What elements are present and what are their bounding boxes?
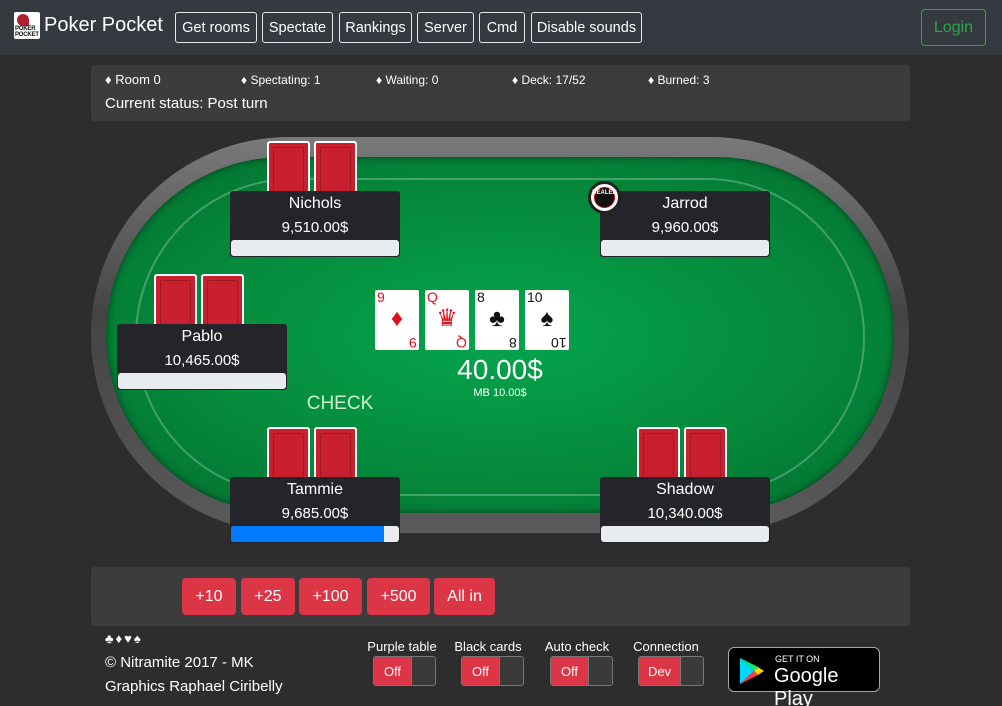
spade-suit-icon: ♠ bbox=[540, 305, 554, 332]
waiting-count: ♦ Waiting: 0 bbox=[376, 73, 439, 87]
all-in-button[interactable]: All in bbox=[434, 578, 495, 615]
bet-25-button[interactable]: +25 bbox=[241, 578, 295, 615]
connection-toggle[interactable]: Dev bbox=[638, 656, 704, 686]
player-seat-tammie: Tammie 9,685.00$ bbox=[230, 477, 400, 543]
purple-table-toggle[interactable]: Off bbox=[373, 656, 436, 686]
turn-timer-bar bbox=[118, 373, 286, 389]
card-rank: Q bbox=[456, 335, 467, 351]
toggle-state: Off bbox=[374, 657, 412, 685]
black-cards-label: Black cards bbox=[454, 639, 522, 654]
toggle-state: Off bbox=[551, 657, 589, 685]
player-seat-nichols: Nichols 9,510.00$ bbox=[230, 191, 400, 257]
room-label: ♦ Room 0 bbox=[105, 72, 161, 87]
turn-timer-bar bbox=[231, 240, 399, 256]
card-rank: 9 bbox=[377, 289, 385, 305]
google-play-small-text: GET IT ON bbox=[775, 654, 820, 664]
brand-name: Poker Pocket bbox=[44, 14, 163, 36]
rankings-button[interactable]: Rankings bbox=[339, 12, 412, 43]
auto-check-label: Auto check bbox=[544, 639, 610, 654]
card-rank: 10 bbox=[551, 335, 567, 351]
google-play-icon bbox=[740, 658, 764, 684]
card-rank: 8 bbox=[509, 335, 517, 351]
google-play-badge[interactable]: GET IT ON Google Play bbox=[728, 647, 880, 706]
burned-count: ♦ Burned: 3 bbox=[648, 73, 710, 87]
card-rank: 8 bbox=[477, 289, 485, 305]
player-stack: 9,510.00$ bbox=[281, 219, 349, 236]
card-back bbox=[637, 427, 680, 484]
poker-pocket-logo-icon: POKER POCKET bbox=[14, 12, 40, 39]
toggle-state: Dev bbox=[639, 657, 681, 685]
player-name: Tammie bbox=[286, 481, 343, 498]
cmd-button[interactable]: Cmd bbox=[479, 12, 525, 43]
deck-count: ♦ Deck: 17/52 bbox=[512, 73, 586, 87]
card-back bbox=[314, 427, 357, 484]
community-card: 8 ♣ 8 bbox=[475, 289, 519, 351]
diamond-suit-icon: ♦ bbox=[390, 305, 404, 332]
player-stack: 9,960.00$ bbox=[651, 219, 719, 236]
card-rank: 9 bbox=[409, 335, 417, 351]
player-seat-pablo: Pablo 10,465.00$ bbox=[117, 324, 287, 390]
auto-check-toggle[interactable]: Off bbox=[550, 656, 613, 686]
turn-timer-bar bbox=[601, 240, 769, 256]
get-rooms-button[interactable]: Get rooms bbox=[175, 12, 257, 43]
navbar: POKER POCKET Poker Pocket Get rooms Spec… bbox=[0, 0, 1002, 55]
connection-label: Connection bbox=[633, 639, 699, 654]
room-info-panel: ♦ Room 0 ♦ Spectating: 1 ♦ Waiting: 0 ♦ … bbox=[91, 65, 910, 121]
bet-10-button[interactable]: +10 bbox=[182, 578, 236, 615]
card-back bbox=[267, 141, 310, 198]
google-play-big-text: Google Play bbox=[774, 665, 839, 706]
card-rank: Q bbox=[427, 289, 438, 305]
disable-sounds-button[interactable]: Disable sounds bbox=[531, 12, 642, 43]
dealer-button-icon: DEALER bbox=[588, 181, 621, 214]
turn-timer-bar bbox=[601, 526, 769, 542]
queen-crown-icon: ♛ bbox=[436, 305, 458, 332]
spectate-button[interactable]: Spectate bbox=[262, 12, 333, 43]
pot-min-bet: MB 10.00$ bbox=[473, 387, 527, 399]
community-card: 10 ♠ 10 bbox=[525, 289, 569, 351]
card-back bbox=[154, 274, 197, 331]
pot-amount: 40.00$ bbox=[457, 354, 543, 385]
black-cards-toggle[interactable]: Off bbox=[461, 656, 524, 686]
bet-500-button[interactable]: +500 bbox=[367, 578, 430, 615]
suits-decoration: ♣♦♥♠ bbox=[105, 631, 143, 646]
turn-timer-bar bbox=[231, 526, 399, 542]
login-button[interactable]: Login bbox=[921, 9, 986, 46]
last-action-label: CHECK bbox=[306, 393, 374, 414]
current-status: Current status: Post turn bbox=[105, 95, 268, 112]
club-suit-icon: ♣ bbox=[489, 305, 505, 332]
turn-timer-fill bbox=[231, 526, 384, 542]
toggle-state: Off bbox=[462, 657, 500, 685]
card-back bbox=[267, 427, 310, 484]
player-stack: 10,465.00$ bbox=[164, 352, 240, 369]
copyright-text: © Nitramite 2017 - MK bbox=[105, 654, 254, 671]
player-stack: 9,685.00$ bbox=[281, 505, 349, 522]
community-card: 9 ♦ 9 bbox=[375, 289, 419, 351]
server-button[interactable]: Server bbox=[417, 12, 474, 43]
player-seat-shadow: Shadow 10,340.00$ bbox=[600, 477, 770, 543]
brand[interactable]: POKER POCKET Poker Pocket bbox=[14, 12, 163, 39]
purple-table-label: Purple table bbox=[367, 639, 437, 654]
player-seat-jarrod: Jarrod 9,960.00$ bbox=[600, 191, 770, 257]
card-back bbox=[201, 274, 244, 331]
card-back bbox=[314, 141, 357, 198]
player-name: Nichols bbox=[288, 195, 342, 212]
player-name: Pablo bbox=[181, 328, 223, 345]
credits-text: Graphics Raphael Ciribelly bbox=[105, 678, 283, 695]
player-stack: 10,340.00$ bbox=[647, 505, 723, 522]
player-name: Shadow bbox=[656, 481, 714, 498]
card-back bbox=[684, 427, 727, 484]
bet-100-button[interactable]: +100 bbox=[299, 578, 362, 615]
card-rank: 10 bbox=[527, 289, 543, 305]
community-card: Q ♛ Q bbox=[425, 289, 469, 351]
spectating-count: ♦ Spectating: 1 bbox=[241, 73, 321, 87]
player-name: Jarrod bbox=[662, 195, 708, 212]
